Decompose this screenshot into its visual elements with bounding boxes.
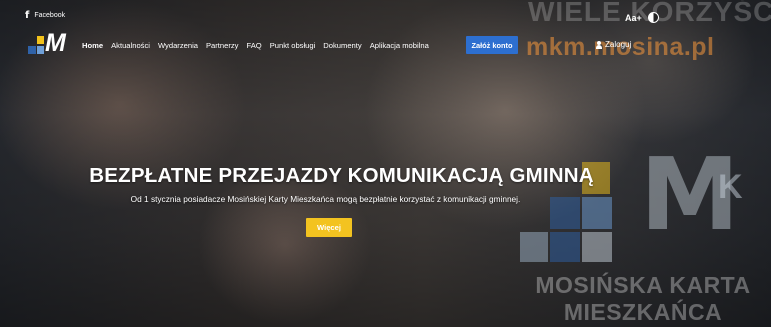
facebook-link[interactable]: f Facebook [25, 10, 65, 21]
main-navigation: M Home Aktualności Wydarzenia Partnerzy … [0, 29, 771, 58]
facebook-icon: f [25, 10, 30, 21]
watermark-text-line1: MOSIŃSKA KARTA [535, 272, 751, 298]
font-size-button[interactable]: Aa+ [625, 13, 642, 23]
logo-square-blue [28, 46, 36, 54]
nav-item-service-point[interactable]: Punkt obsługi [270, 41, 316, 50]
logo-letter-m: M [45, 29, 66, 57]
watermark-text-line2: MIESZKAŃCA [563, 299, 723, 325]
logo-square-lightblue [37, 46, 44, 54]
nav-item-mobile-app[interactable]: Aplikacja mobilna [370, 41, 429, 50]
accessibility-controls: Aa+ [625, 12, 659, 23]
user-icon [596, 40, 602, 49]
register-button[interactable]: Załóż konto [466, 36, 518, 54]
contrast-icon[interactable] [647, 12, 659, 23]
hero-banner: M K MOSIŃSKA KARTA MIESZKAŃCA f Facebook… [0, 0, 771, 327]
facebook-label: Facebook [34, 12, 66, 19]
login-label: Zaloguj [605, 40, 632, 49]
nav-item-faq[interactable]: FAQ [246, 41, 261, 50]
hero-subtitle: Od 1 stycznia posiadacze Mosińskiej Kart… [130, 194, 521, 204]
nav-item-home[interactable]: Home [82, 41, 103, 50]
nav-item-news[interactable]: Aktualności [111, 41, 150, 50]
nav-item-partners[interactable]: Partnerzy [206, 41, 239, 50]
nav-item-documents[interactable]: Dokumenty [323, 41, 361, 50]
top-bar: f Facebook WIELE KORZYŚCI Aa+ [0, 0, 771, 27]
more-button[interactable]: Więcej [306, 218, 352, 237]
nav-menu: Home Aktualności Wydarzenia Partnerzy FA… [82, 41, 437, 50]
logo-square-yellow [37, 36, 44, 44]
nav-item-events[interactable]: Wydarzenia [158, 41, 198, 50]
site-logo[interactable]: M [28, 29, 72, 57]
login-link[interactable]: Zaloguj [596, 40, 631, 49]
hero-title: BEZPŁATNE PRZEJAZDY KOMUNIKACJĄ GMINNĄ [89, 164, 594, 187]
